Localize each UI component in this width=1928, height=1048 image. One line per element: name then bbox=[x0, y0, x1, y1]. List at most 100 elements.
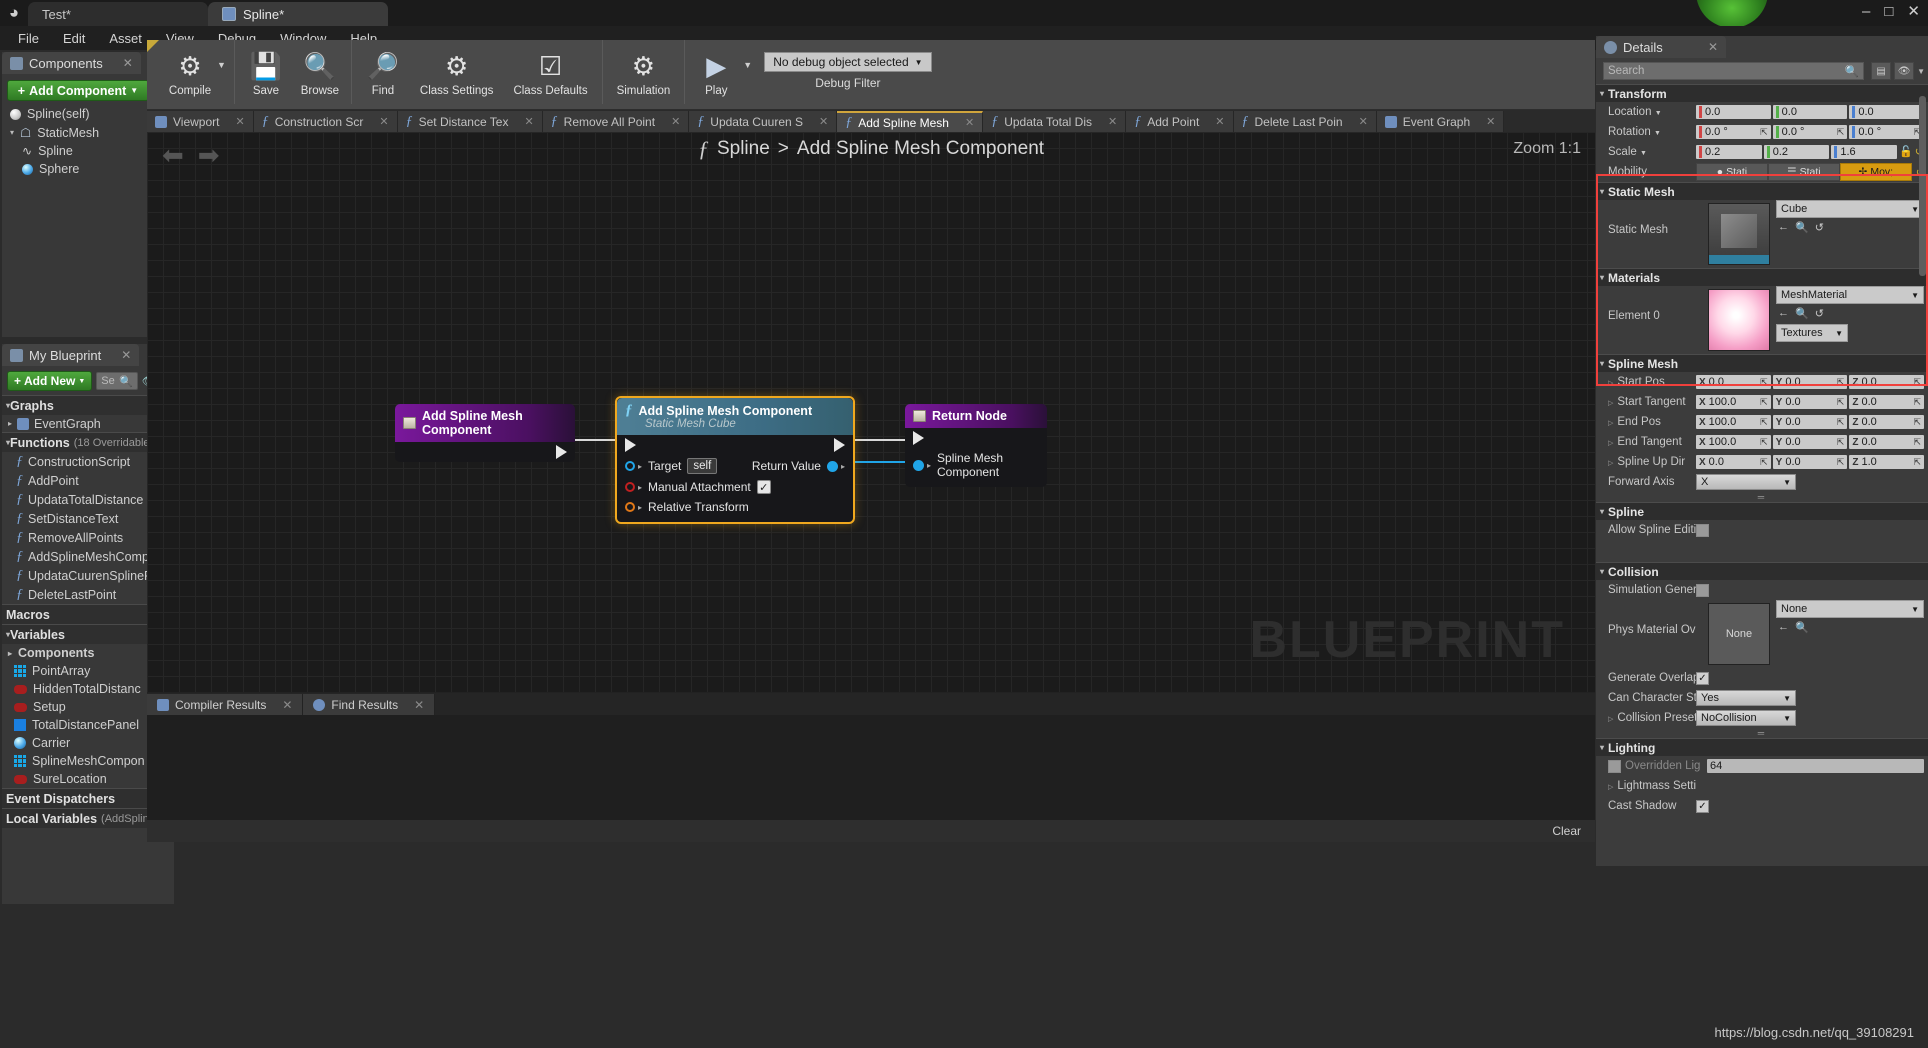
browse-asset-icon[interactable]: 🔍 bbox=[1795, 307, 1809, 320]
node-entry-add-spline-mesh-component[interactable]: Add Spline Mesh Component bbox=[395, 404, 575, 462]
tab-add-point[interactable]: ƒ Add Point ✕ bbox=[1126, 111, 1233, 132]
menu-asset[interactable]: Asset bbox=[97, 28, 154, 49]
pin-relative-transform[interactable]: ▸ Relative Transform bbox=[617, 497, 853, 522]
pin-target[interactable]: ▸ Target self bbox=[617, 455, 725, 477]
static-mesh-thumbnail[interactable] bbox=[1708, 203, 1770, 265]
generate-overlap-checkbox[interactable]: ✓ bbox=[1696, 672, 1709, 685]
section-spline-mesh[interactable]: ▾ Spline Mesh bbox=[1596, 354, 1928, 372]
close-icon[interactable]: ✕ bbox=[1694, 40, 1718, 54]
reset-icon[interactable]: ⇱ bbox=[1760, 127, 1768, 138]
spline-up-dir-z-input[interactable]: Z 1.0 ⇱ bbox=[1849, 455, 1924, 469]
reset-icon[interactable]: ⇱ bbox=[1837, 397, 1845, 408]
section-resize-handle[interactable]: ═ bbox=[1596, 492, 1928, 502]
expander-icon[interactable]: ▸ bbox=[8, 419, 12, 428]
my-blueprint-tab[interactable]: My Blueprint ✕ bbox=[2, 344, 139, 366]
chevron-down-icon[interactable]: ▼ bbox=[1917, 67, 1925, 76]
play-button[interactable]: ▶ Play bbox=[689, 42, 743, 104]
pin-spline-mesh-component[interactable]: ▸ Spline Mesh Component bbox=[905, 448, 1047, 487]
use-selected-asset-icon[interactable]: ← bbox=[1778, 621, 1789, 634]
section-collision[interactable]: ▾ Collision bbox=[1596, 562, 1928, 580]
target-value[interactable]: self bbox=[687, 458, 717, 474]
forward-axis-dropdown[interactable]: X ▼ bbox=[1696, 474, 1796, 490]
section-resize-handle[interactable]: ═ bbox=[1596, 728, 1928, 738]
debug-filter-dropdown[interactable]: No debug object selected ▼ bbox=[764, 52, 931, 72]
static-mesh-asset-picker[interactable]: Cube ▼ bbox=[1776, 200, 1924, 218]
expander-icon[interactable]: ▾ bbox=[1600, 507, 1604, 516]
reset-icon[interactable]: ⇱ bbox=[1760, 457, 1768, 468]
close-icon[interactable]: ✕ bbox=[1349, 115, 1368, 128]
scale-z-input[interactable]: 1.6 bbox=[1831, 145, 1897, 159]
details-view-options-button[interactable]: ▤ bbox=[1871, 62, 1891, 80]
breadcrumb-root[interactable]: Spline bbox=[717, 138, 770, 160]
tab-delete-last-point[interactable]: ƒ Delete Last Poin ✕ bbox=[1234, 111, 1377, 132]
end-tangent-x-input[interactable]: X 100.0 ⇱ bbox=[1696, 435, 1771, 449]
section-lighting[interactable]: ▾ Lighting bbox=[1596, 738, 1928, 756]
reset-icon[interactable]: ⇱ bbox=[1760, 417, 1768, 428]
tab-remove-all-points[interactable]: ƒ Remove All Point ✕ bbox=[543, 111, 690, 132]
mobility-stationary-button[interactable]: ☰ Stati bbox=[1768, 163, 1840, 181]
close-icon[interactable]: ✕ bbox=[1098, 115, 1117, 128]
compile-button[interactable]: ⚙ Compile bbox=[163, 42, 217, 104]
phys-material-thumbnail[interactable]: None bbox=[1708, 603, 1770, 665]
start-tangent-x-input[interactable]: X 100.0 ⇱ bbox=[1696, 395, 1771, 409]
reset-icon[interactable]: ⇱ bbox=[1913, 457, 1921, 468]
expander-icon[interactable]: ▾ bbox=[1600, 743, 1604, 752]
maximize-icon[interactable]: □ bbox=[1884, 3, 1893, 20]
chevron-down-icon[interactable]: ▼ bbox=[1655, 110, 1662, 117]
expander-icon[interactable]: ▸ bbox=[8, 649, 12, 658]
expander-icon[interactable]: ▾ bbox=[10, 128, 14, 137]
manual-attachment-checkbox[interactable]: ✓ bbox=[757, 480, 771, 494]
scale-x-input[interactable]: 0.2 bbox=[1696, 145, 1762, 159]
reset-icon[interactable]: ⇱ bbox=[1913, 377, 1921, 388]
tab-event-graph[interactable]: Event Graph ✕ bbox=[1377, 111, 1505, 132]
close-icon[interactable]: ✕ bbox=[369, 115, 388, 128]
pin-manual-attachment[interactable]: ▸ Manual Attachment ✓ bbox=[617, 477, 853, 497]
material-asset-picker[interactable]: MeshMaterial ▼ bbox=[1776, 286, 1924, 304]
reset-icon[interactable]: ⇱ bbox=[1837, 437, 1845, 448]
material-thumbnail[interactable] bbox=[1708, 289, 1770, 351]
start-pos-y-input[interactable]: Y 0.0 ⇱ bbox=[1773, 375, 1848, 389]
close-icon[interactable]: ✕ bbox=[955, 116, 974, 129]
minimize-icon[interactable]: – bbox=[1862, 3, 1870, 20]
close-icon[interactable]: ✕ bbox=[1205, 115, 1224, 128]
find-button[interactable]: 🔎 Find bbox=[356, 42, 410, 104]
class-defaults-button[interactable]: ☑ Class Defaults bbox=[503, 42, 597, 104]
simulation-generates-checkbox[interactable] bbox=[1696, 584, 1709, 597]
reset-icon[interactable]: ⇱ bbox=[1913, 417, 1921, 428]
reset-asset-icon[interactable]: ↺ bbox=[1815, 307, 1824, 320]
rotation-x-input[interactable]: 0.0 ° ⇱ bbox=[1696, 125, 1771, 139]
close-icon[interactable]: ✕ bbox=[414, 698, 424, 712]
reset-icon[interactable]: ⇱ bbox=[1837, 457, 1845, 468]
reset-icon[interactable]: ⇱ bbox=[1760, 437, 1768, 448]
cast-shadow-checkbox[interactable]: ✓ bbox=[1696, 800, 1709, 813]
reset-icon[interactable]: ⇱ bbox=[1760, 377, 1768, 388]
reset-asset-icon[interactable]: ↺ bbox=[1815, 221, 1824, 234]
save-button[interactable]: 💾 Save bbox=[239, 42, 293, 104]
reset-icon[interactable]: ⇱ bbox=[1760, 397, 1768, 408]
details-visibility-button[interactable]: 👁 bbox=[1894, 62, 1914, 80]
start-tangent-y-input[interactable]: Y 0.0 ⇱ bbox=[1773, 395, 1848, 409]
phys-material-asset-picker[interactable]: None ▼ bbox=[1776, 600, 1924, 618]
clear-button[interactable]: Clear bbox=[1552, 824, 1581, 838]
expander-icon[interactable]: ▾ bbox=[1600, 273, 1604, 282]
tab-construction-script[interactable]: ƒ Construction Scr ✕ bbox=[254, 111, 398, 132]
node-return[interactable]: Return Node ▸ Spline Mesh Component bbox=[905, 404, 1047, 487]
details-panel-tab[interactable]: Details ✕ bbox=[1596, 36, 1726, 58]
close-icon[interactable]: ✕ bbox=[225, 115, 244, 128]
mobility-movable-button[interactable]: ✢ Mov; bbox=[1840, 163, 1912, 181]
tab-find-results[interactable]: Find Results ✕ bbox=[303, 694, 435, 715]
reset-icon[interactable]: ⇱ bbox=[1837, 127, 1845, 138]
end-pos-x-input[interactable]: X 100.0 ⇱ bbox=[1696, 415, 1771, 429]
location-z-input[interactable]: 0.0 bbox=[1849, 105, 1924, 119]
tab-updata-cuuren-spline[interactable]: ƒ Updata Cuuren S ✕ bbox=[689, 111, 837, 132]
details-search-input[interactable]: Search 🔍 bbox=[1603, 62, 1864, 80]
start-pos-x-input[interactable]: X 0.0 ⇱ bbox=[1696, 375, 1771, 389]
end-tangent-z-input[interactable]: Z 0.0 ⇱ bbox=[1849, 435, 1924, 449]
can-character-step-dropdown[interactable]: Yes ▼ bbox=[1696, 690, 1796, 706]
pin-return-value[interactable]: Return Value ▸ bbox=[744, 456, 853, 476]
mobility-static-button[interactable]: ● Stati bbox=[1696, 163, 1768, 181]
pin-exec-out[interactable] bbox=[395, 442, 575, 462]
scale-y-input[interactable]: 0.2 bbox=[1764, 145, 1830, 159]
close-icon[interactable]: ✕ bbox=[514, 115, 533, 128]
start-pos-z-input[interactable]: Z 0.0 ⇱ bbox=[1849, 375, 1924, 389]
